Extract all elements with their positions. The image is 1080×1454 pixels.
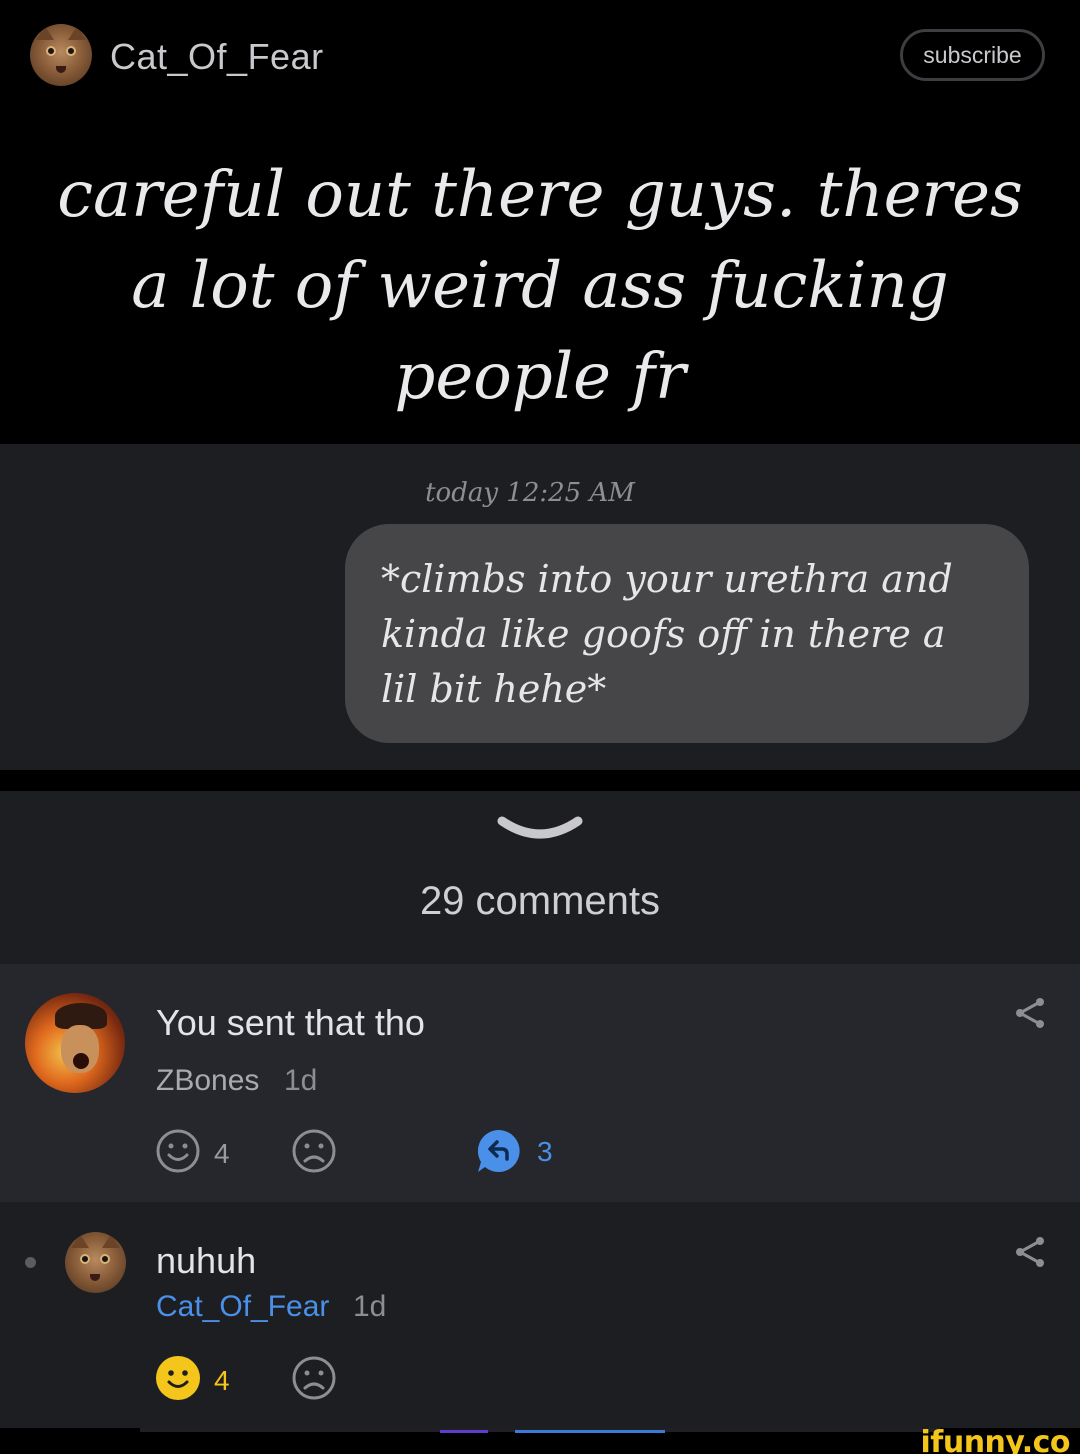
post-header: Cat_Of_Fear subscribe <box>0 0 1080 110</box>
comment-author[interactable]: ZBones <box>156 1064 259 1098</box>
ifunny-watermark: ifunny.co <box>920 1425 1071 1454</box>
post-caption: careful out there guys. theres a lot of … <box>57 158 1023 414</box>
author-username[interactable]: Cat_Of_Fear <box>110 36 324 78</box>
share-icon[interactable] <box>1013 996 1047 1030</box>
subscribe-button[interactable]: subscribe <box>900 29 1045 81</box>
unsmile-icon[interactable] <box>291 1355 337 1401</box>
divider <box>0 770 1080 791</box>
chat-screenshot: today 12:25 AM *climbs into your urethra… <box>0 444 1080 770</box>
smile-count: 4 <box>214 1365 230 1396</box>
comments-header: 29 comments <box>0 791 1080 964</box>
reply-count[interactable]: 3 <box>537 1136 553 1168</box>
comment-item: nuhuh Cat_Of_Fear 1d 4 <box>0 1202 1080 1428</box>
chat-bubble: *climbs into your urethra and kinda like… <box>345 524 1029 743</box>
author-avatar[interactable] <box>30 24 92 86</box>
comment-text: You sent that tho <box>156 1002 425 1043</box>
comment-item: You sent that tho ZBones 1d 4 3 <box>0 964 1080 1202</box>
share-icon[interactable] <box>1013 1235 1047 1269</box>
comments-count[interactable]: 29 comments <box>0 879 1080 924</box>
commenter-avatar[interactable] <box>25 993 125 1093</box>
thread-dot <box>25 1257 36 1268</box>
smile-icon[interactable] <box>155 1128 201 1174</box>
unsmile-icon[interactable] <box>291 1128 337 1174</box>
comment-age: 1d <box>353 1290 387 1323</box>
commenter-avatar[interactable] <box>65 1232 126 1293</box>
smile-icon[interactable] <box>155 1355 201 1401</box>
smile-count: 4 <box>214 1138 230 1169</box>
comment-age: 1d <box>284 1064 318 1097</box>
comment-text: nuhuh <box>156 1240 257 1281</box>
chat-timestamp: today 12:25 AM <box>0 478 1080 508</box>
chat-timestamp-text: today 12:25 AM <box>425 478 635 508</box>
comment-author[interactable]: Cat_Of_Fear <box>156 1290 329 1324</box>
bottom-bar: ifunny.co <box>0 1425 1080 1454</box>
chevron-down-icon[interactable] <box>496 813 584 847</box>
reply-icon[interactable] <box>476 1128 522 1174</box>
